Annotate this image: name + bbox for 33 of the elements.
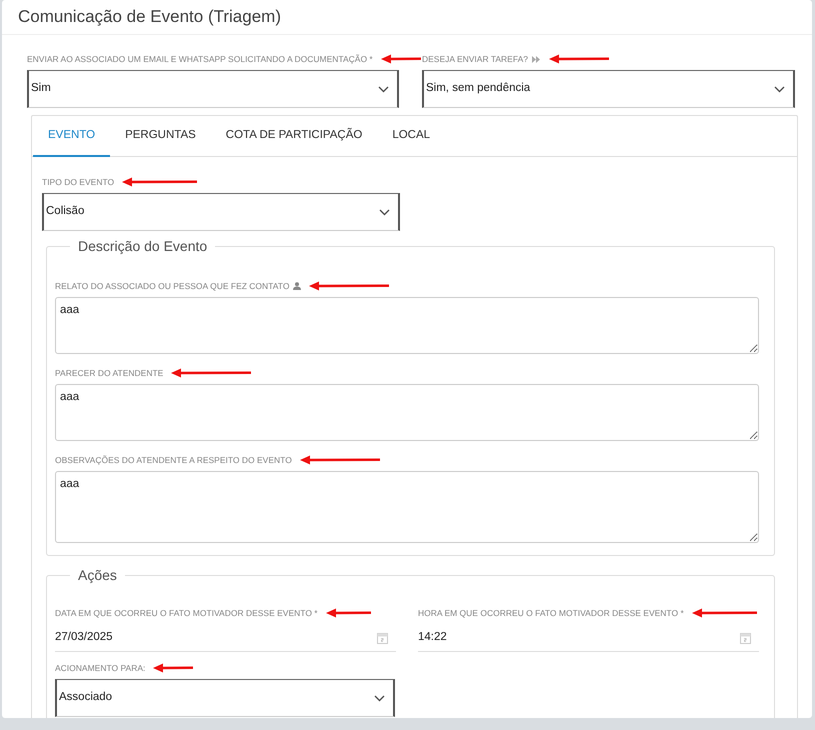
calendar-icon — [740, 632, 751, 644]
date-field[interactable]: 14:22 — [418, 624, 759, 652]
chevron-down-icon — [378, 86, 389, 92]
tab[interactable]: COTA DE PARTICIPAÇÃO — [210, 116, 378, 157]
field-label: HORA EM QUE OCORREU O FATO MOTIVADOR DESSE EVENTO * — [418, 606, 684, 620]
tab[interactable]: PERGUNTAS — [110, 116, 211, 157]
field-label: ACIONAMENTO PARA: — [55, 662, 146, 674]
section-legend: Ações — [70, 566, 125, 584]
text-area[interactable]: aaa — [55, 471, 759, 543]
date-field[interactable]: 27/03/2025 — [55, 624, 396, 652]
text-area[interactable]: aaa — [55, 384, 759, 441]
select-field[interactable]: Colisão — [42, 193, 400, 231]
chevron-down-icon — [774, 86, 785, 92]
field-label: DATA EM QUE OCORREU O FATO MOTIVADOR DESSE EVENTO * — [55, 606, 318, 620]
tab[interactable]: LOCAL — [377, 116, 446, 157]
select-field[interactable]: Sim, sem pendência — [422, 70, 795, 108]
calendar-icon — [377, 632, 388, 644]
text-area[interactable]: aaa — [55, 297, 759, 354]
field-value: 14:22 — [418, 630, 447, 645]
select-field[interactable]: Sim — [27, 70, 399, 108]
field-label: RELATO DO ASSOCIADO OU PESSOA QUE FEZ CONTATO — [55, 280, 290, 292]
field-label: OBSERVAÇÕES DO ATENDENTE A RESPEITO DO EVENTO — [55, 454, 292, 466]
chevron-down-icon — [379, 208, 390, 216]
select-field[interactable]: Associado — [55, 679, 395, 717]
section-legend: Descrição do Evento — [70, 237, 216, 255]
window-title: Comunicação de Evento (Triagem) — [18, 6, 281, 28]
field-label: TIPO DO EVENTO — [42, 176, 114, 188]
field-label: DESEJA ENVIAR TAREFA? — [422, 52, 528, 66]
field-label: PARECER DO ATENDENTE — [55, 366, 164, 380]
tab[interactable]: EVENTO — [33, 116, 110, 157]
chevron-down-icon — [374, 694, 385, 702]
field-value: 27/03/2025 — [55, 630, 113, 645]
field-label: ENVIAR AO ASSOCIADO UM EMAIL E WHATSAPP SOLICITANDO A DOCUMENTAÇÃO * — [27, 52, 373, 66]
